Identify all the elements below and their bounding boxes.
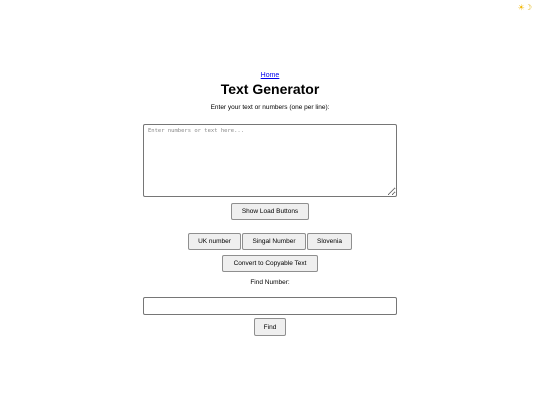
slovenia-button[interactable]: Slovenia [307,233,352,250]
theme-toggle[interactable]: ☀☽ [518,3,532,13]
page-title: Text Generator [220,81,320,97]
input-instruction: Enter your text or numbers (one per line… [210,104,330,111]
sun-icon: ☀ [517,3,525,12]
find-number-label: Find Number: [250,279,290,286]
uk-number-button[interactable]: UK number [188,233,241,250]
singal-number-button[interactable]: Singal Number [242,233,306,250]
convert-to-copyable-text-button[interactable]: Convert to Copyable Text [222,255,318,272]
text-input[interactable] [143,124,397,197]
moon-icon: ☽ [524,3,532,12]
find-button[interactable]: Find [254,318,286,336]
find-number-input[interactable] [143,297,397,315]
home-link[interactable]: Home [261,72,280,79]
show-load-buttons-button[interactable]: Show Load Buttons [231,203,309,220]
